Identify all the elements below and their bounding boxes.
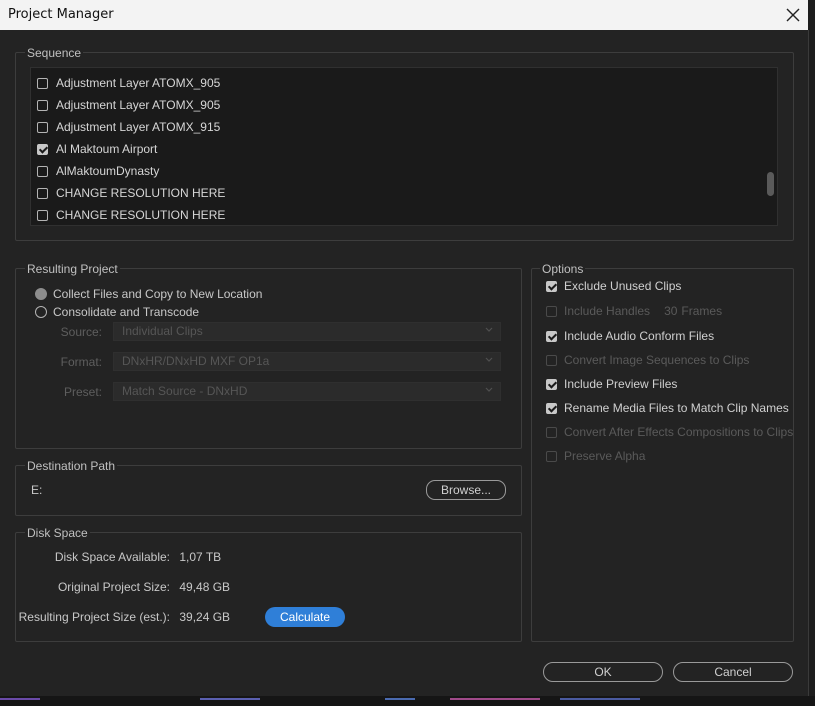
format-select: DNxHR/DNxHD MXF OP1a	[113, 352, 501, 371]
collect-files-option[interactable]: Collect Files and Copy to New Location	[35, 287, 262, 301]
source-label: Source:	[60, 325, 102, 339]
preset-label: Preset:	[63, 385, 102, 399]
include-handles-label: Include Handles	[564, 304, 651, 318]
sequence-checkbox[interactable]	[37, 209, 48, 221]
sequence-item[interactable]: AlMaktoumDynasty	[37, 160, 159, 182]
disk-available-row: Disk Space Available: 1,07 TB	[0, 550, 221, 564]
options-label: Options	[540, 262, 586, 276]
include-preview-label: Include Preview Files	[564, 377, 678, 391]
close-icon[interactable]	[782, 4, 804, 26]
sequence-item-label: CHANGE RESOLUTION HERE	[56, 186, 226, 200]
consolidate-label: Consolidate and Transcode	[53, 305, 200, 319]
resulting-size-label: Resulting Project Size (est.):	[18, 610, 170, 624]
sequence-item[interactable]: Adjustment Layer ATOMX_905	[37, 94, 220, 116]
sequence-label: Sequence	[25, 46, 84, 60]
sequence-checkbox[interactable]	[37, 121, 48, 133]
format-value: DNxHR/DNxHD MXF OP1a	[122, 354, 270, 368]
preserve-alpha-label: Preserve Alpha	[564, 449, 646, 463]
window-title: Project Manager	[8, 7, 114, 22]
sequence-item-label: Adjustment Layer ATOMX_915	[56, 120, 221, 134]
background-timeline-strip	[0, 696, 815, 706]
sequence-list[interactable]: Adjustment Layer ATOMX_905 Adjustment La…	[30, 67, 778, 226]
sequence-item-label: AlMaktoumDynasty	[56, 164, 160, 178]
format-label: Format:	[60, 355, 102, 369]
source-value: Individual Clips	[122, 324, 203, 338]
resulting-project-label: Resulting Project	[25, 262, 120, 276]
calculate-button[interactable]: Calculate	[265, 607, 345, 627]
sequence-item[interactable]: CHANGE RESOLUTION HERE	[37, 204, 226, 225]
sequence-item[interactable]: CHANGE RESOLUTION HERE	[37, 182, 225, 204]
sequence-checkbox[interactable]	[37, 165, 48, 177]
destination-label: Destination Path	[25, 459, 118, 473]
destination-path: E:	[31, 483, 43, 497]
sequence-item-label: Adjustment Layer ATOMX_905	[56, 76, 221, 90]
convert-image-sequences-label: Convert Image Sequences to Clips	[564, 353, 750, 367]
disk-available-value: 1,07 TB	[179, 550, 222, 564]
collect-files-label: Collect Files and Copy to New Location	[53, 287, 263, 301]
sequence-checkbox[interactable]	[37, 77, 48, 89]
convert-ae-option: Convert After Effects Compositions to Cl…	[546, 425, 793, 439]
disk-available-label: Disk Space Available:	[54, 550, 170, 564]
title-bar: Project Manager	[0, 0, 808, 30]
convert-ae-checkbox	[546, 426, 557, 438]
sequence-checkbox[interactable]	[37, 99, 48, 111]
sequence-checkbox[interactable]	[37, 143, 48, 155]
timeline-mark	[450, 698, 540, 700]
consolidate-option[interactable]: Consolidate and Transcode	[35, 305, 199, 319]
timeline-mark	[385, 698, 415, 700]
resulting-size-row: Resulting Project Size (est.): 39,24 GB	[0, 610, 230, 624]
consolidate-radio[interactable]	[35, 306, 47, 318]
browse-button[interactable]: Browse...	[426, 480, 506, 500]
rename-media-option[interactable]: Rename Media Files to Match Clip Names	[546, 401, 789, 415]
ok-button[interactable]: OK	[543, 662, 663, 682]
include-audio-conform-option[interactable]: Include Audio Conform Files	[546, 329, 714, 343]
resulting-size-value: 39,24 GB	[179, 610, 231, 624]
sequence-checkbox[interactable]	[37, 187, 48, 199]
sequence-item[interactable]: Al Maktoum Airport	[37, 138, 157, 160]
preset-select: Match Source - DNxHD	[113, 382, 501, 401]
exclude-unused-checkbox[interactable]	[546, 280, 557, 292]
include-preview-option[interactable]: Include Preview Files	[546, 377, 677, 391]
include-audio-conform-checkbox[interactable]	[546, 330, 557, 342]
include-audio-conform-label: Include Audio Conform Files	[564, 329, 715, 343]
sequence-item-label: CHANGE RESOLUTION HERE	[56, 208, 226, 222]
include-handles-option: Include Handles 30 Frames	[546, 304, 722, 318]
sequence-item[interactable]: Adjustment Layer ATOMX_915	[37, 116, 220, 138]
rename-media-checkbox[interactable]	[546, 402, 557, 414]
sequence-item[interactable]: Adjustment Layer ATOMX_905	[37, 72, 220, 94]
timeline-mark	[0, 698, 40, 700]
sequence-item-label: Adjustment Layer ATOMX_905	[56, 98, 221, 112]
original-size-row: Original Project Size: 49,48 GB	[0, 580, 230, 594]
collect-files-radio[interactable]	[35, 288, 47, 300]
timeline-mark	[200, 698, 260, 700]
preset-value: Match Source - DNxHD	[122, 384, 248, 398]
chevron-down-icon	[485, 327, 493, 332]
include-preview-checkbox[interactable]	[546, 378, 557, 390]
include-handles-checkbox	[546, 305, 557, 317]
handles-frames-input: 30	[664, 304, 678, 318]
disk-space-label: Disk Space	[25, 526, 90, 540]
source-select: Individual Clips	[113, 322, 501, 341]
original-size-label: Original Project Size:	[57, 580, 170, 594]
chevron-down-icon	[485, 387, 493, 392]
sequence-item-label: Al Maktoum Airport	[56, 142, 158, 156]
exclude-unused-label: Exclude Unused Clips	[564, 279, 682, 293]
chevron-down-icon	[485, 357, 493, 362]
timeline-mark	[560, 698, 640, 700]
cancel-button[interactable]: Cancel	[673, 662, 793, 682]
sequence-scrollbar[interactable]	[767, 172, 774, 196]
preserve-alpha-option: Preserve Alpha	[546, 449, 645, 463]
handles-unit-label: Frames	[681, 304, 723, 318]
original-size-value: 49,48 GB	[179, 580, 231, 594]
convert-image-sequences-option: Convert Image Sequences to Clips	[546, 353, 749, 367]
convert-ae-label: Convert After Effects Compositions to Cl…	[564, 425, 794, 439]
rename-media-label: Rename Media Files to Match Clip Names	[564, 401, 789, 415]
preserve-alpha-checkbox	[546, 450, 557, 462]
exclude-unused-option[interactable]: Exclude Unused Clips	[546, 279, 681, 293]
convert-image-sequences-checkbox	[546, 354, 557, 366]
